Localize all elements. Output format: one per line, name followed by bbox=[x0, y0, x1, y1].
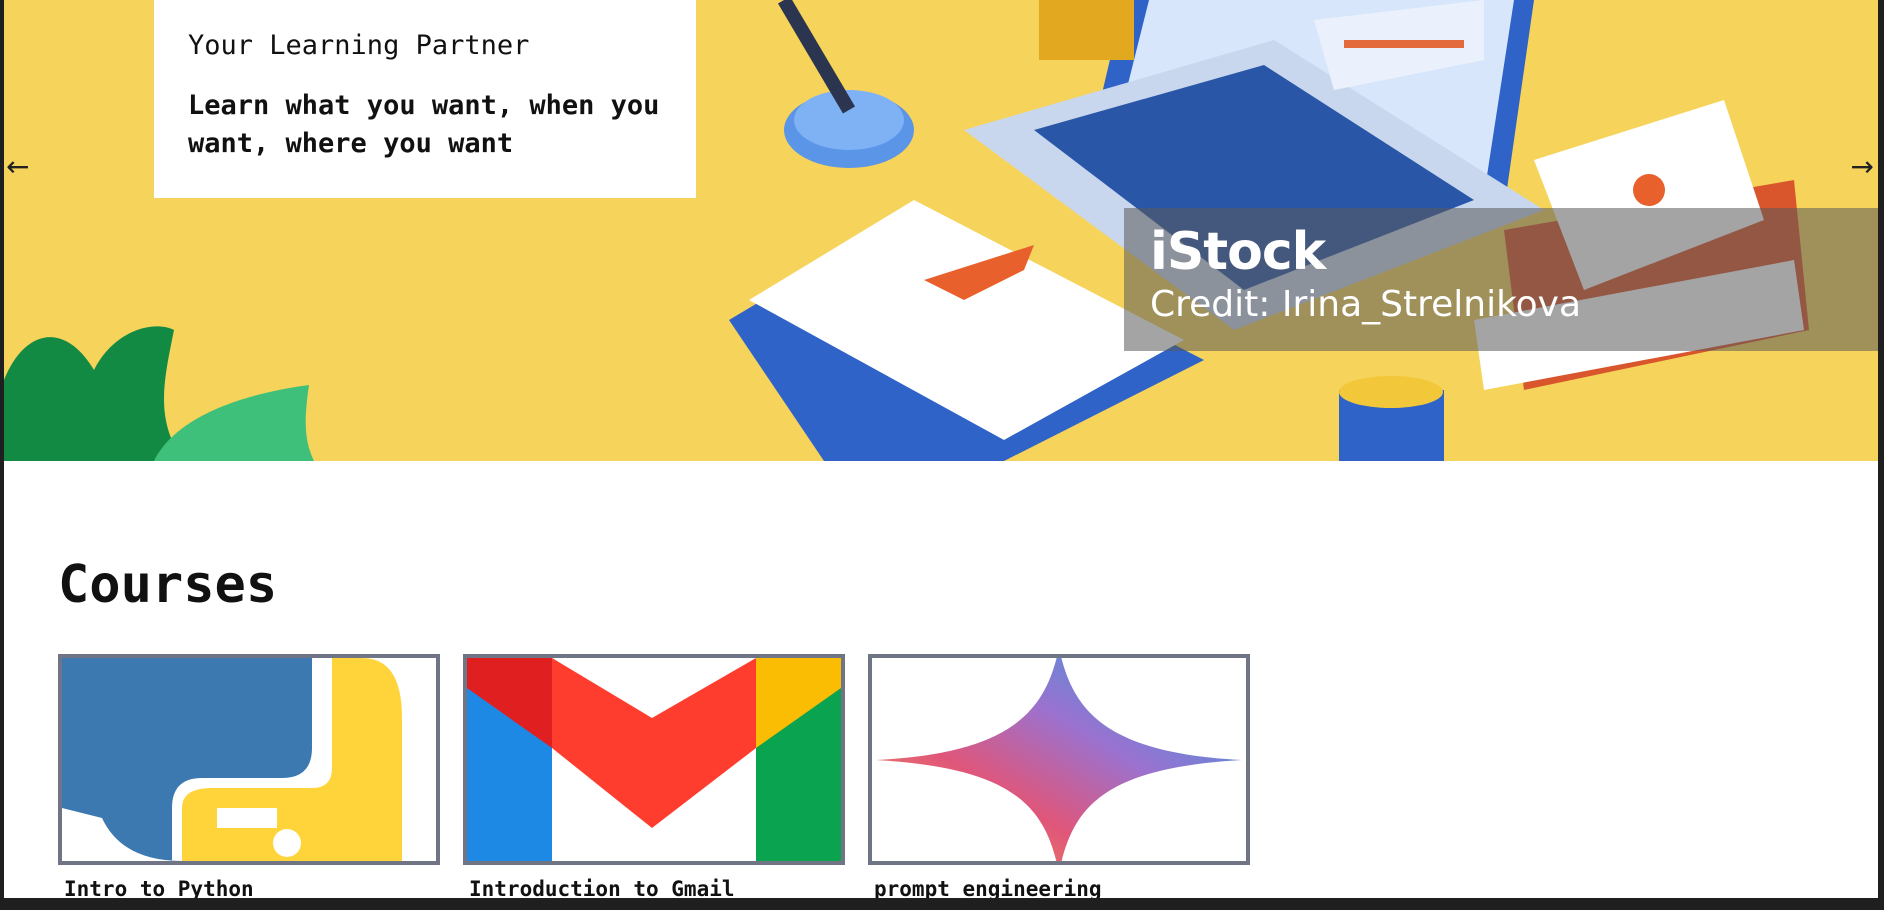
course-title[interactable]: prompt engineering bbox=[874, 877, 1250, 898]
watermark-brand: iStock bbox=[1150, 222, 1326, 282]
hero-carousel: Your Learning Partner Learn what you wan… bbox=[4, 0, 1878, 461]
course-card-prompt-engineering[interactable]: prompt engineering bbox=[868, 654, 1250, 898]
page: Your Learning Partner Learn what you wan… bbox=[4, 0, 1878, 898]
watermark-credit: Credit: Irina_Strelnikova bbox=[1150, 284, 1582, 325]
course-thumbnail[interactable] bbox=[58, 654, 440, 865]
istock-watermark: iStock Credit: Irina_Strelnikova bbox=[1124, 208, 1878, 351]
carousel-prev-arrow-icon[interactable]: ← bbox=[6, 150, 29, 184]
gemini-sparkle-icon bbox=[876, 658, 1242, 861]
course-thumbnail[interactable] bbox=[463, 654, 845, 865]
caption-text: Learn what you want, when you want, wher… bbox=[188, 90, 660, 159]
carousel-caption: Your Learning Partner Learn what you wan… bbox=[154, 0, 696, 198]
python-logo-icon bbox=[62, 658, 402, 861]
course-card-gmail[interactable]: Introduction to Gmail bbox=[463, 654, 845, 898]
gmail-logo-icon bbox=[467, 658, 841, 861]
course-thumbnail[interactable] bbox=[868, 654, 1250, 865]
course-title[interactable]: Intro to Python bbox=[64, 877, 440, 898]
course-card-python[interactable]: Intro to Python bbox=[58, 654, 440, 898]
carousel-next-arrow-icon[interactable]: → bbox=[1851, 150, 1874, 184]
course-title[interactable]: Introduction to Gmail bbox=[469, 877, 845, 898]
courses-heading: Courses bbox=[58, 555, 278, 615]
caption-title: Your Learning Partner bbox=[188, 30, 530, 61]
